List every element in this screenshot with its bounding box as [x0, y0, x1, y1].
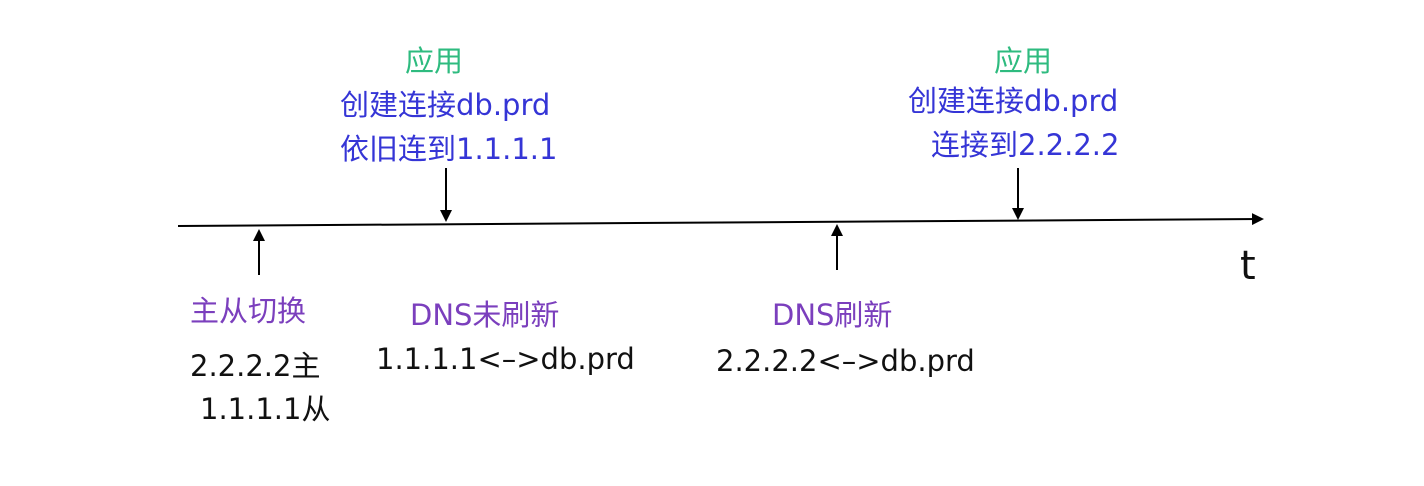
axis-label-t: t	[1240, 243, 1256, 289]
app-actor-label-2: 应用	[994, 44, 1053, 78]
app-action-label-1: 创建连接db.prd	[340, 88, 551, 122]
app-action-label-2: 创建连接db.prd	[908, 84, 1119, 118]
dns-not-refreshed-mapping: 1.1.1.1<–>db.prd	[376, 342, 635, 376]
switchover-primary-line: 2.2.2.2主	[190, 349, 321, 383]
app-result-label-2: 连接到2.2.2.2	[931, 128, 1120, 162]
switchover-replica-line: 1.1.1.1从	[200, 392, 331, 426]
time-axis-line	[177, 213, 1264, 227]
dns-refreshed-title: DNS刷新	[772, 298, 893, 332]
app-actor-label-1: 应用	[405, 44, 464, 78]
dns-refreshed-mapping: 2.2.2.2<–>db.prd	[716, 344, 975, 378]
app-result-label-1: 依旧连到1.1.1.1	[340, 132, 558, 166]
dns-not-refreshed-title: DNS未刷新	[410, 298, 560, 332]
switchover-title: 主从切换	[190, 294, 307, 328]
